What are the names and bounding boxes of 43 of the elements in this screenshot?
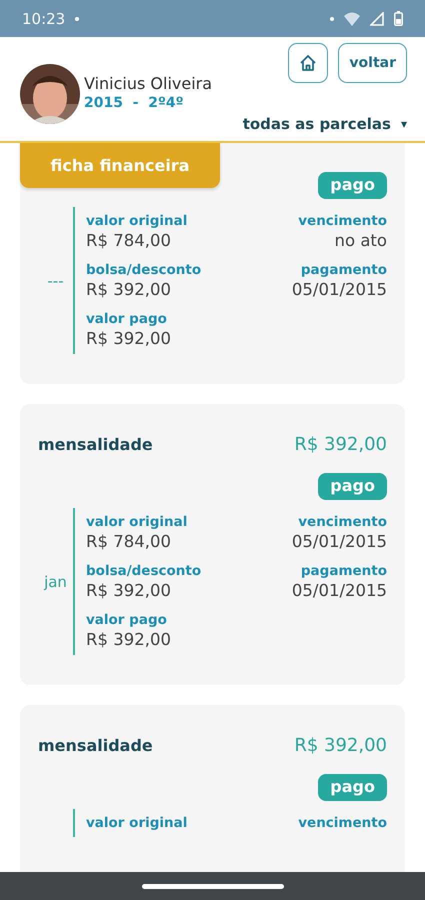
- field-value: no ato: [334, 231, 387, 250]
- field-label: pagamento: [300, 563, 387, 579]
- field-label: vencimento: [298, 815, 387, 831]
- filter-dropdown[interactable]: todas as parcelas ▾: [242, 115, 407, 133]
- field-value: 05/01/2015: [292, 581, 387, 600]
- field-label: vencimento: [298, 213, 387, 229]
- field-value: 05/01/2015: [292, 280, 387, 299]
- field-value: R$ 392,00: [86, 280, 171, 299]
- field-value: R$ 392,00: [86, 329, 171, 348]
- home-button[interactable]: [288, 43, 328, 83]
- installment-amount: R$ 392,00: [294, 735, 387, 756]
- field-label: vencimento: [298, 514, 387, 530]
- status-badge: pago: [318, 473, 387, 500]
- field-value: R$ 784,00: [86, 532, 171, 551]
- back-button[interactable]: voltar: [338, 43, 407, 83]
- field-value: 05/01/2015: [292, 532, 387, 551]
- notification-dot: [330, 16, 334, 20]
- status-badge: pago: [318, 774, 387, 801]
- installment-title: mensalidade: [38, 435, 153, 454]
- signal-icon: [370, 12, 384, 26]
- field-label: valor original: [86, 514, 188, 530]
- battery-icon: [394, 11, 403, 26]
- field-label: bolsa/desconto: [86, 563, 202, 579]
- field-label: bolsa/desconto: [86, 262, 202, 278]
- month-label: ---: [46, 272, 65, 290]
- field-label: valor pago: [86, 612, 167, 628]
- field-label: valor original: [86, 815, 188, 831]
- class-info: 2015 - 2º4º: [84, 95, 185, 111]
- field-value: R$ 784,00: [86, 231, 171, 250]
- notification-dot: [75, 16, 80, 20]
- field-value: R$ 392,00: [86, 630, 171, 649]
- home-icon: [299, 54, 318, 72]
- field-label: pagamento: [300, 262, 387, 278]
- wifi-icon: [344, 12, 360, 26]
- status-badge: pago: [318, 172, 387, 199]
- status-time: 10:23: [22, 10, 66, 28]
- student-name: Vinicius Oliveira: [84, 74, 212, 93]
- field-label: valor original: [86, 213, 188, 229]
- field-label: valor pago: [86, 311, 167, 327]
- installment-amount: R$ 392,00: [294, 434, 387, 455]
- installment-title: mensalidade: [38, 736, 153, 755]
- month-label: jan: [42, 572, 68, 590]
- field-value: R$ 392,00: [86, 581, 171, 600]
